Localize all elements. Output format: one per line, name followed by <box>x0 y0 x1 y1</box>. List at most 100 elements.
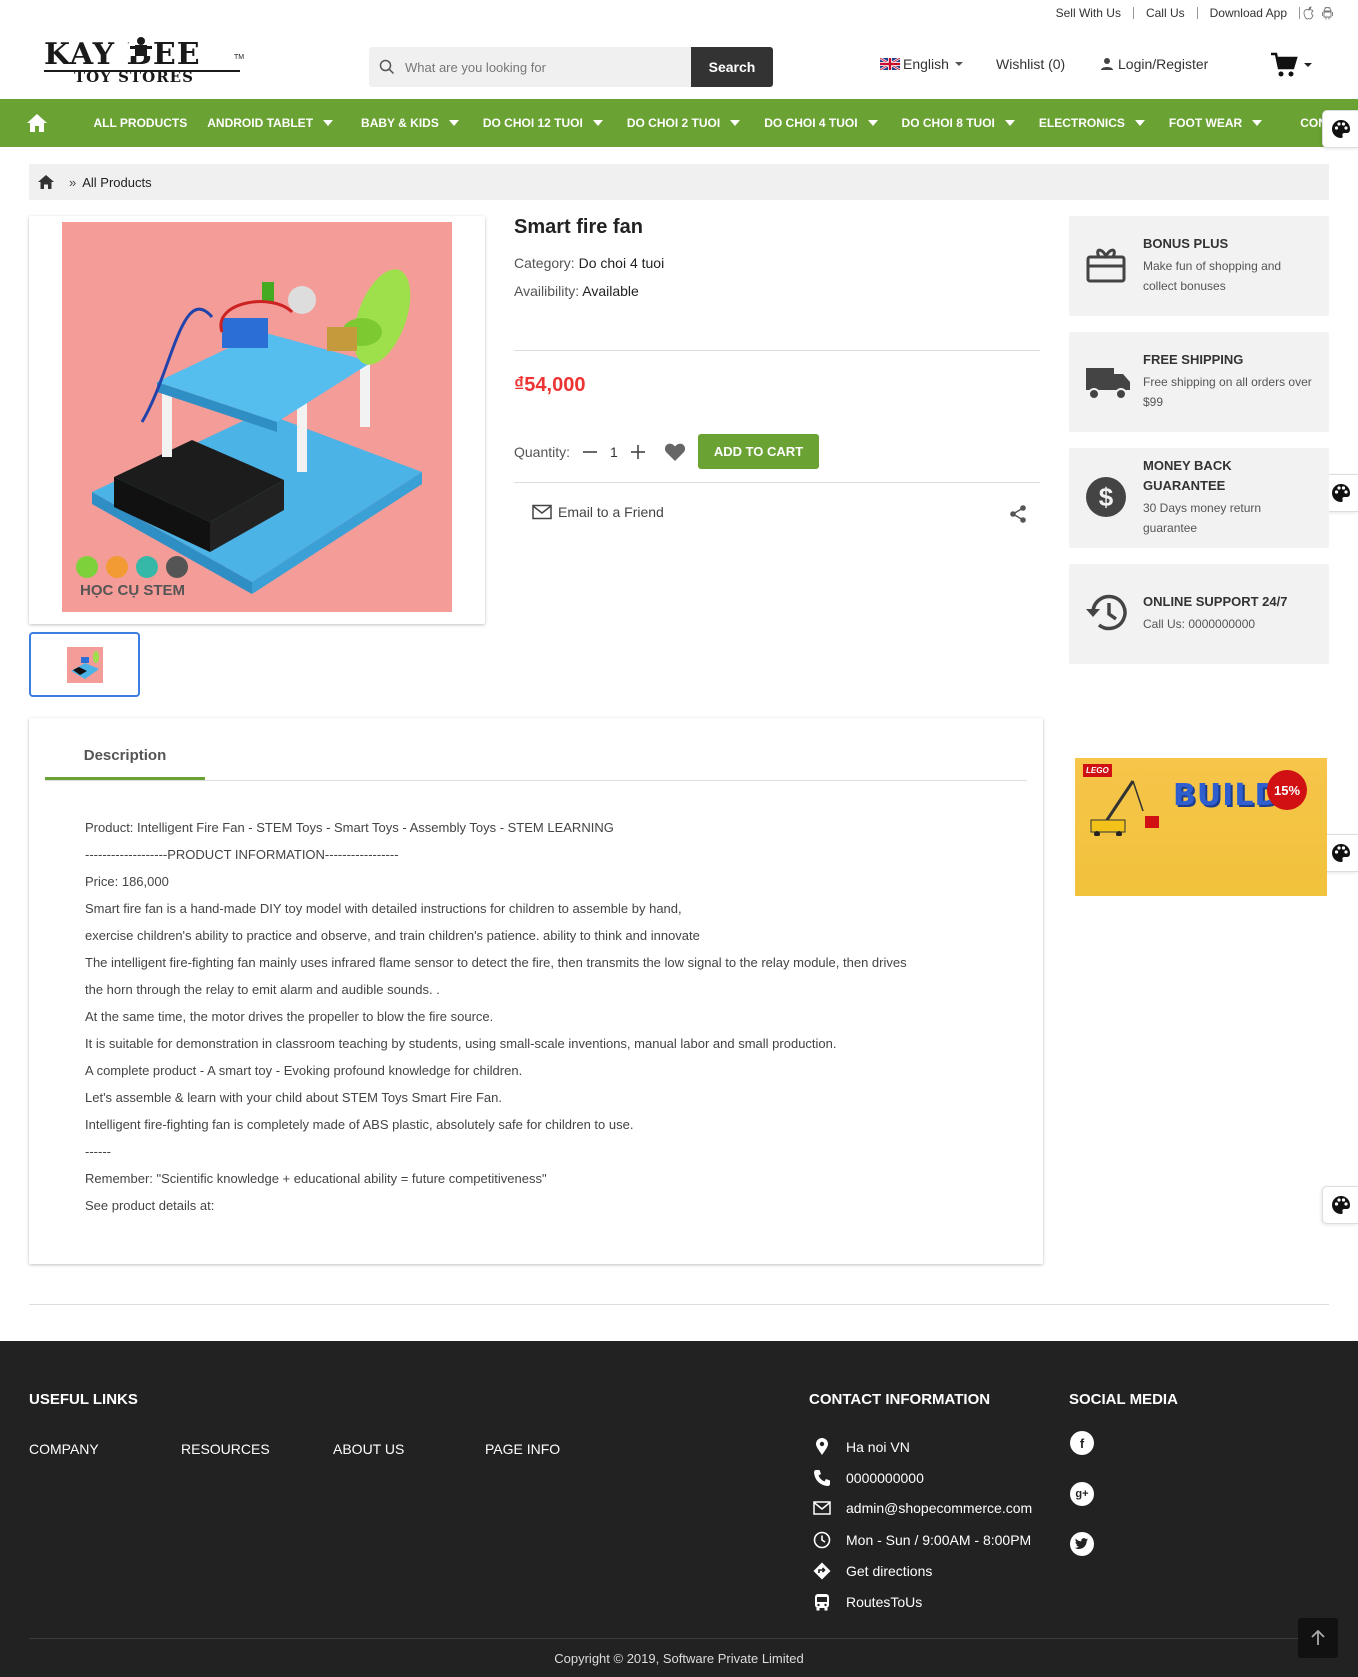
footer-divider <box>29 1638 1329 1639</box>
tab-description[interactable]: Description <box>45 734 205 780</box>
kaybee-logo[interactable]: KAY BEE TOY STORES TM <box>44 36 244 88</box>
apple-icon[interactable] <box>1302 6 1315 20</box>
directions-text: Get directions <box>846 1563 933 1579</box>
tab-underline <box>45 780 1027 781</box>
banner-word: BUILD <box>1173 778 1281 813</box>
lego-promo-banner[interactable]: LEGO BUILD 15% <box>1075 758 1327 896</box>
search-input[interactable] <box>405 59 655 75</box>
plus-icon[interactable] <box>630 444 646 460</box>
contact-hours: Mon - Sun / 9:00AM - 8:00PM <box>812 1531 1031 1549</box>
product-thumbnail[interactable] <box>29 632 140 697</box>
twitter-icon[interactable] <box>1070 1532 1094 1556</box>
truck-icon <box>1086 368 1130 400</box>
footer-link-company[interactable]: COMPANY <box>29 1441 99 1457</box>
add-to-cart-button[interactable]: ADD TO CART <box>697 434 820 469</box>
nav-item-electronics[interactable]: ELECTRONICS <box>1039 116 1145 130</box>
description-line: Intelligent fire-fighting fan is complet… <box>85 1117 634 1132</box>
nav-item-foot-wear[interactable]: FOOT WEAR <box>1169 116 1263 130</box>
contact-routes[interactable]: RoutesToUs <box>812 1593 922 1611</box>
footer-link-resources[interactable]: RESOURCES <box>181 1441 270 1457</box>
description-line: See product details at: <box>85 1198 215 1213</box>
product-price: ₫54,000 <box>514 374 586 396</box>
product-photo-illustration <box>76 269 422 594</box>
quantity-value[interactable]: 1 <box>610 444 618 460</box>
clock-icon <box>813 1531 831 1549</box>
contact-directions[interactable]: Get directions <box>812 1562 932 1580</box>
breadcrumb-home-icon[interactable] <box>37 174 55 190</box>
uk-flag-icon <box>880 58 900 70</box>
contact-phone[interactable]: 0000000000 <box>812 1469 924 1487</box>
login-register-link[interactable]: Login/Register <box>1100 56 1208 72</box>
share-button[interactable] <box>1008 504 1028 527</box>
nav-label: ANDROID TABLET <box>207 116 314 130</box>
chevron-down-icon <box>954 62 963 66</box>
breadcrumb-current[interactable]: All Products <box>82 175 151 190</box>
dollar-icon: $ <box>1086 477 1126 517</box>
call-us-link[interactable]: Call Us <box>1134 7 1198 19</box>
android-icon[interactable] <box>1321 6 1334 20</box>
directions-icon <box>813 1562 831 1580</box>
download-app-link[interactable]: Download App <box>1198 7 1300 19</box>
theme-palette-button[interactable] <box>1322 834 1358 872</box>
category-value[interactable]: Do choi 4 tuoi <box>579 255 665 271</box>
footer-link-page-info[interactable]: PAGE INFO <box>485 1441 560 1457</box>
cart-button[interactable] <box>1270 52 1312 78</box>
email-to-friend-link[interactable]: Email to a Friend <box>532 504 664 520</box>
footer-link-about-us[interactable]: ABOUT US <box>333 1441 404 1457</box>
discount-badge: 15% <box>1267 770 1307 810</box>
description-line: exercise children's ability to practice … <box>85 928 700 943</box>
dropdown-arrow-icon <box>323 120 334 126</box>
back-to-top-button[interactable] <box>1298 1618 1338 1658</box>
nav-item-do-choi-2[interactable]: DO CHOI 2 TUOI <box>627 116 741 130</box>
sell-with-us-link[interactable]: Sell With Us <box>1044 7 1134 19</box>
nav-item-android-tablet[interactable]: ANDROID TABLET <box>207 116 334 130</box>
product-main-image[interactable]: HỌC CỤ STEM <box>62 222 452 612</box>
nav-home[interactable] <box>0 113 73 133</box>
search-button[interactable]: Search <box>691 47 773 87</box>
banner-crane-illustration <box>1090 780 1159 836</box>
category-label: Category: <box>514 255 575 271</box>
logo-subtitle: TOY STORES <box>74 68 194 86</box>
minus-icon[interactable] <box>582 444 598 460</box>
nav-label: DO CHOI 8 TUOI <box>901 116 995 130</box>
nav-item-do-choi-12[interactable]: DO CHOI 12 TUOI <box>483 116 603 130</box>
nav-label: BABY & KIDS <box>361 116 439 130</box>
description-line: Price: 186,000 <box>85 874 169 889</box>
quantity-label: Quantity: <box>514 443 571 460</box>
service-subtitle: Make fun of shopping and collect bonuses <box>1143 259 1282 293</box>
nav-item-all-products[interactable]: ALL PRODUCTS <box>93 116 187 130</box>
contact-email[interactable]: admin@shopecommerce.com <box>812 1500 1032 1516</box>
routes-text: RoutesToUs <box>846 1594 923 1610</box>
description-line: At the same time, the motor drives the p… <box>85 1009 494 1024</box>
map-pin-icon <box>816 1438 828 1455</box>
wishlist-link[interactable]: Wishlist (0) <box>996 56 1065 72</box>
contact-address[interactable]: Ha noi VN <box>812 1438 910 1456</box>
product-category-row: Category: Do choi 4 tuoi <box>514 255 1040 271</box>
nav-item-do-choi-4[interactable]: DO CHOI 4 TUOI <box>764 116 878 130</box>
nav-label: DO CHOI 4 TUOI <box>764 116 858 130</box>
logo-figure <box>128 36 154 56</box>
theme-palette-button[interactable] <box>1322 1186 1358 1224</box>
palette-icon <box>1331 844 1350 862</box>
description-line: The intelligent fire-fighting fan mainly… <box>85 955 907 970</box>
theme-palette-button[interactable] <box>1322 110 1358 148</box>
share-icon <box>1010 505 1026 523</box>
description-line: Product: Intelligent Fire Fan - STEM Toy… <box>85 820 614 835</box>
service-title: BONUS PLUS <box>1143 236 1229 251</box>
heart-icon[interactable] <box>664 442 686 462</box>
description-line: It is suitable for demonstration in clas… <box>85 1036 837 1051</box>
description-line: ------ <box>85 1144 111 1159</box>
dropdown-arrow-icon <box>592 120 603 126</box>
nav-item-do-choi-8[interactable]: DO CHOI 8 TUOI <box>902 116 1015 130</box>
description-panel: Description Product: Intelligent Fire Fa… <box>29 718 1043 1264</box>
contact-info-heading: CONTACT INFORMATION <box>809 1391 991 1408</box>
history-icon <box>1086 594 1127 631</box>
search-field-wrapper <box>369 47 691 87</box>
arrow-up-icon <box>1311 1629 1325 1645</box>
language-selector[interactable]: English <box>880 56 963 72</box>
nav-item-baby-kids[interactable]: BABY & KIDS <box>361 116 459 130</box>
facebook-icon[interactable]: f <box>1070 1431 1094 1455</box>
envelope-icon <box>532 504 552 520</box>
google-plus-icon[interactable]: g+ <box>1070 1482 1094 1506</box>
description-line: Smart fire fan is a hand-made DIY toy mo… <box>85 901 682 916</box>
